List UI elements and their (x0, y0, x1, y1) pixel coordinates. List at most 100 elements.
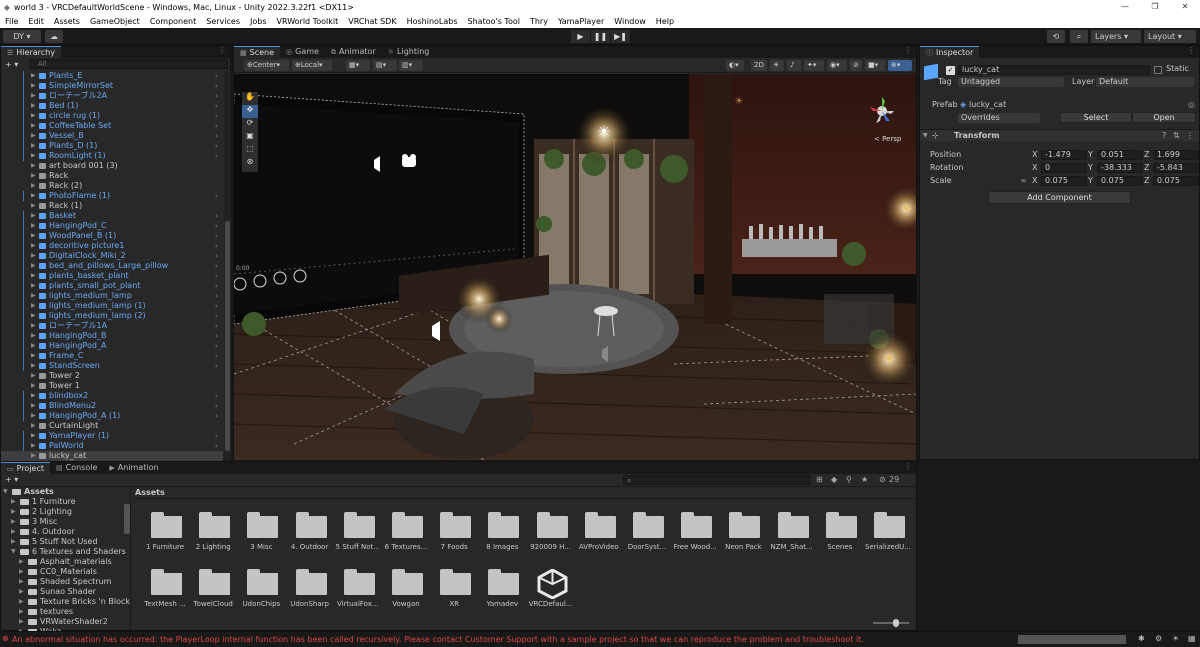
pivot-dropdown[interactable]: ⊕Center▾ (244, 60, 289, 71)
prefab-open-icon[interactable]: › (215, 101, 218, 111)
foldout-icon[interactable]: ▶ (31, 311, 36, 321)
foldout-icon[interactable]: ▶ (11, 497, 16, 507)
prefab-open-icon[interactable]: › (215, 341, 218, 351)
prefab-open-icon[interactable]: › (215, 291, 218, 301)
menu-item-7[interactable]: VRWorld Toolkit (272, 17, 344, 26)
menu-item-4[interactable]: Component (145, 17, 201, 26)
prefab-open-icon[interactable]: › (215, 271, 218, 281)
folder-tree-item[interactable]: ▶ Asphalt_materials (1, 557, 130, 567)
foldout-icon[interactable]: ▶ (19, 567, 24, 577)
pause-button[interactable]: ❚❚ (591, 30, 610, 43)
foldout-icon[interactable]: ▶ (11, 527, 16, 537)
menu-item-8[interactable]: VRChat SDK (343, 17, 401, 26)
prefab-open-icon[interactable]: › (215, 361, 218, 371)
hierarchy-item[interactable]: ▶ DigitalClock_Miki_2 › (1, 251, 223, 261)
cloud-icon[interactable]: ☁ (45, 30, 63, 43)
hierarchy-item[interactable]: ▶ PalWorld › (1, 441, 223, 451)
menu-item-3[interactable]: GameObject (85, 17, 145, 26)
hierarchy-item[interactable]: ▶ Vessel_B › (1, 131, 223, 141)
foldout-icon[interactable]: ▶ (31, 81, 36, 91)
foldout-icon[interactable]: ▶ (31, 291, 36, 301)
foldout-icon[interactable]: ▶ (31, 91, 36, 101)
folder-tree-item[interactable]: ▶ VRWaterShader2 (1, 617, 130, 627)
play-button[interactable]: ▶ (571, 30, 590, 43)
prefab-open-icon[interactable]: › (215, 441, 218, 451)
maximize-button[interactable]: ❐ (1140, 0, 1170, 14)
foldout-icon[interactable]: ▶ (31, 411, 36, 421)
camera-settings-icon[interactable]: ■▾ (865, 60, 885, 71)
effects-icon[interactable]: ✦▾ (804, 60, 824, 71)
network-icon[interactable]: ⚙ (1155, 634, 1162, 643)
foldout-icon[interactable]: ▶ (31, 71, 36, 81)
prefab-open-icon[interactable]: › (215, 131, 218, 141)
foldout-icon[interactable]: ▶ (31, 221, 36, 231)
hierarchy-item[interactable]: ▶ HangingPod_B › (1, 331, 223, 341)
foldout-icon[interactable]: ▶ (19, 597, 24, 607)
grid-snap-button[interactable]: ▦▾ (346, 60, 370, 71)
presets-icon[interactable]: ⇅ (1173, 130, 1180, 142)
scale-tool-icon[interactable]: ▣ (242, 131, 258, 144)
prefab-open-icon[interactable]: › (215, 331, 218, 341)
hierarchy-scroll-thumb[interactable] (225, 221, 230, 451)
layout-dropdown[interactable]: Layout ▾ (1144, 30, 1196, 43)
foldout-icon[interactable]: ▶ (31, 241, 36, 251)
rotate-tool-icon[interactable]: ⟳ (242, 118, 258, 131)
hierarchy-item[interactable]: ▶ lights_medium_lamp › (1, 291, 223, 301)
folder-tree-item[interactable]: ▶ Texture Bricks 'n Blocks (1, 597, 130, 607)
menu-item-5[interactable]: Services (201, 17, 245, 26)
tab-lighting[interactable]: ☼ Lighting (382, 46, 436, 58)
foldout-icon[interactable]: ▶ (31, 401, 36, 411)
foldout-icon[interactable]: ▼ (923, 130, 928, 142)
transform-tool-icon[interactable]: ⊛ (242, 157, 258, 170)
scale-y-field[interactable]: 0.075 (1097, 176, 1143, 186)
hierarchy-item[interactable]: ▶ HangingPod_C › (1, 221, 223, 231)
hierarchy-item[interactable]: ▶ BlindMenu2 › (1, 401, 223, 411)
search-by-label-icon[interactable]: ◆ (831, 475, 837, 484)
folder-tree-item[interactable]: ▼ 6 Textures and Shaders (1, 547, 130, 557)
position-x-field[interactable]: -1.479 (1041, 150, 1087, 160)
asset-folder[interactable]: AVProVideo (575, 507, 623, 559)
foldout-icon[interactable]: ▶ (31, 151, 36, 161)
tag-dropdown[interactable]: Untagged (958, 77, 1064, 87)
add-component-button[interactable]: Add Component (988, 191, 1131, 204)
foldout-icon[interactable]: ▶ (19, 607, 24, 617)
foldout-icon[interactable]: ▶ (19, 617, 24, 627)
hierarchy-item[interactable]: ▶ HangingPod_A (1) › (1, 411, 223, 421)
transform-header[interactable]: ▼ ⊹ Transform ? ⇅ ⋮ (920, 129, 1199, 141)
hierarchy-item[interactable]: ▶ plants_small_pot_plant › (1, 281, 223, 291)
hierarchy-item[interactable]: ▶ Rack (1) (1, 201, 223, 211)
prefab-open-icon[interactable]: › (215, 321, 218, 331)
prefab-open-icon[interactable]: › (215, 71, 218, 81)
foldout-icon[interactable]: ▶ (19, 557, 24, 567)
more-icon[interactable]: ⋮ (1186, 130, 1194, 142)
hierarchy-item[interactable]: ▶ Plants_D (1) › (1, 141, 223, 151)
zoom-slider-thumb[interactable] (893, 619, 899, 627)
foldout-icon[interactable]: ▶ (31, 431, 36, 441)
2d-toggle[interactable]: 2D (751, 60, 767, 71)
search-icon[interactable]: ⌕ (1070, 30, 1088, 43)
foldout-icon[interactable]: ▶ (19, 577, 24, 587)
hierarchy-item[interactable]: ▶ RoomLight (1) › (1, 151, 223, 161)
tab-console[interactable]: ▤ Console (50, 462, 103, 474)
hierarchy-search-input[interactable]: All (29, 59, 228, 69)
hierarchy-item[interactable]: ▶ HangingPod_A › (1, 341, 223, 351)
foldout-icon[interactable]: ▶ (31, 441, 36, 451)
asset-folder[interactable]: VRCDefaul... (527, 564, 575, 616)
folder-tree-item[interactable]: ▶ CC0_Materials (1, 567, 130, 577)
open-button[interactable]: Open (1132, 112, 1196, 123)
prefab-open-icon[interactable]: › (215, 191, 218, 201)
hierarchy-item[interactable]: ▶ Basket › (1, 211, 223, 221)
menu-item-1[interactable]: Edit (23, 17, 49, 26)
hierarchy-item[interactable]: ▶ Rack (2) (1, 181, 223, 191)
tab-inspector[interactable]: ⓘ Inspector (920, 46, 980, 58)
static-checkbox[interactable] (1154, 66, 1162, 74)
asset-folder[interactable]: 4. Outdoor (286, 507, 334, 559)
prefab-name[interactable]: lucky_cat (969, 99, 1006, 111)
hierarchy-item[interactable]: ▶ circle rug (1) › (1, 111, 223, 121)
more-icon[interactable]: ⋮ (218, 46, 230, 58)
asset-folder[interactable]: 2 Lighting (189, 507, 237, 559)
snap-increment-button[interactable]: ▤▾ (373, 60, 397, 71)
prefab-open-icon[interactable]: › (215, 301, 218, 311)
more-icon[interactable]: ⋮ (1187, 46, 1199, 58)
rotation-y-field[interactable]: -38.333 (1097, 163, 1143, 173)
